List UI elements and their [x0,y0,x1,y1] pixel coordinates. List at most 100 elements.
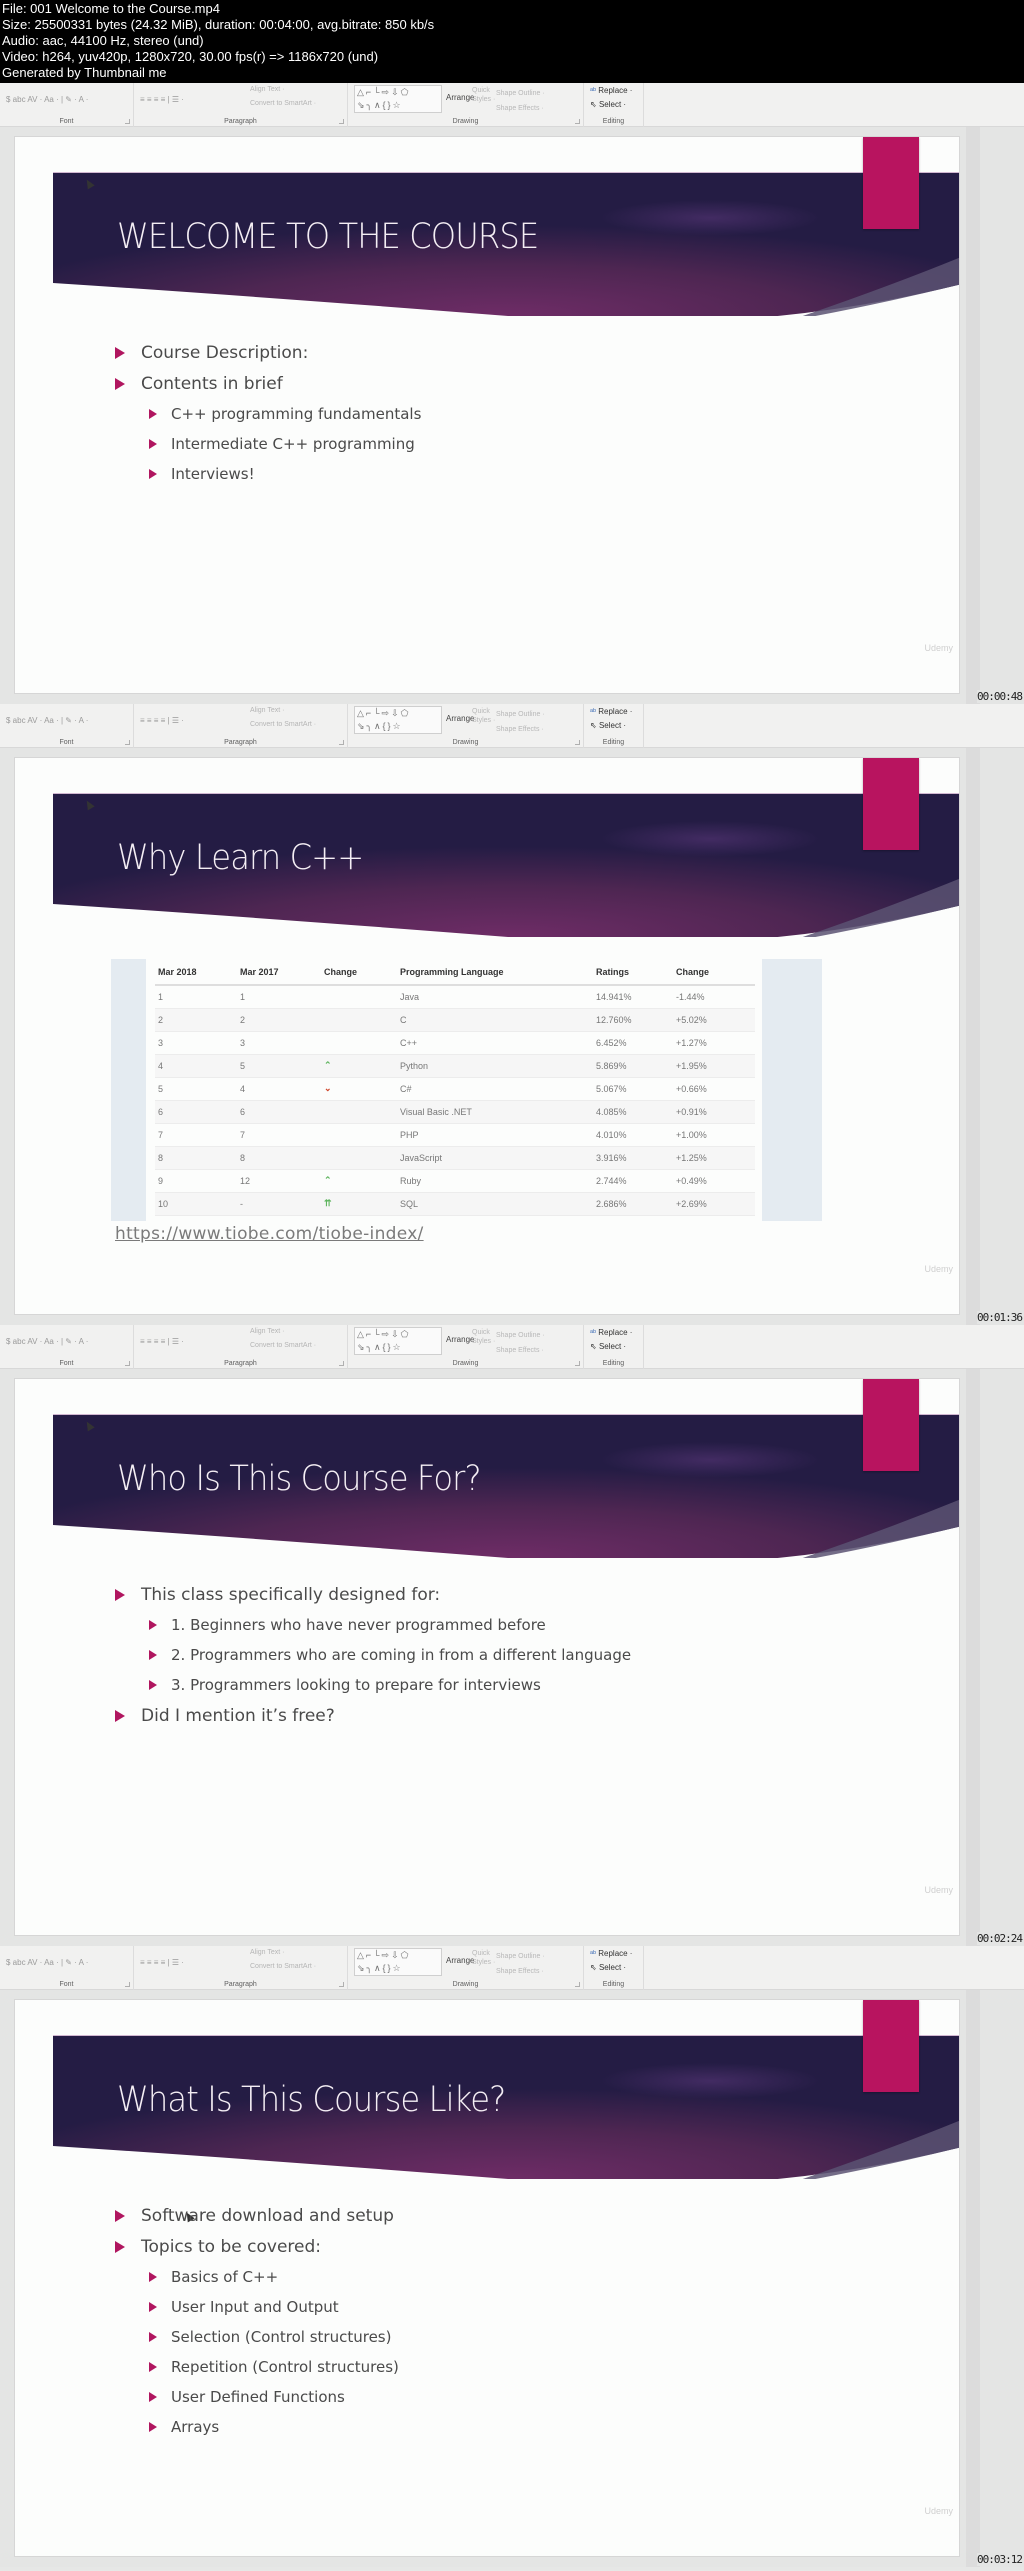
dialog-launcher-icon[interactable] [125,119,130,124]
font-controls[interactable]: $ abc AV · Aa · | ✎ · A · [6,1337,88,1346]
quick-styles-button[interactable]: Quick Styles · [472,707,495,725]
replace-button[interactable]: ᵃᵇ Replace · [590,1949,632,1958]
slide-title[interactable]: Who Is This Course For? [117,1459,482,1499]
convert-smartart-button[interactable]: Convert to SmartArt · [250,1342,316,1349]
shapes-row[interactable]: △⌐└⇨⇩⬠ [357,1949,441,1962]
slide-title[interactable]: Why Learn C++ [117,838,364,878]
dialog-launcher-icon[interactable] [339,119,344,124]
paragraph-alignment-buttons[interactable]: ≡ ≡ ≡ ≡ | ☰ · [140,1337,184,1346]
shapes-row[interactable]: ⇘╮∧{}☆ [357,99,441,112]
quick-styles-button[interactable]: Quick Styles · [472,1949,495,1967]
align-text-button[interactable]: Align Text · [250,1949,285,1956]
quick-styles-button[interactable]: Quick Styles · [472,86,495,104]
sub-bullet-item[interactable]: Selection (Control structures) [115,2322,399,2352]
sub-bullet-item[interactable]: Intermediate C++ programming [115,429,421,459]
arrange-button[interactable]: Arrange [446,1335,474,1344]
font-controls[interactable]: $ abc AV · Aa · | ✎ · A · [6,716,88,725]
shapes-row[interactable]: △⌐└⇨⇩⬠ [357,86,441,99]
dialog-launcher-icon[interactable] [125,1982,130,1987]
convert-smartart-button[interactable]: Convert to SmartArt · [250,721,316,728]
shape-effects-button[interactable]: Shape Effects · [496,722,545,737]
align-text-button[interactable]: Align Text · [250,707,285,714]
shape-outline-button[interactable]: Shape Outline · [496,707,545,722]
bullet-item[interactable]: Contents in brief [115,368,421,399]
dialog-launcher-icon[interactable] [575,119,580,124]
sub-bullet-item[interactable]: Repetition (Control structures) [115,2352,399,2382]
sub-bullet-item[interactable]: 1. Beginners who have never programmed b… [115,1610,631,1640]
select-button[interactable]: ⇖ Select · [590,100,626,109]
column-header[interactable]: Change [321,959,397,986]
shapes-row[interactable]: △⌐└⇨⇩⬠ [357,1328,441,1341]
font-controls[interactable]: $ abc AV · Aa · | ✎ · A · [6,95,88,104]
paragraph-alignment-buttons[interactable]: ≡ ≡ ≡ ≡ | ☰ · [140,1958,184,1967]
dialog-launcher-icon[interactable] [575,1361,580,1366]
replace-button[interactable]: ᵃᵇ Replace · [590,1328,632,1337]
tiobe-link[interactable]: https://www.tiobe.com/tiobe-index/ [115,1224,424,1244]
shape-outline-button[interactable]: Shape Outline · [496,86,545,101]
sub-bullet-item[interactable]: User Input and Output [115,2292,399,2322]
sub-bullet-item[interactable]: 2. Programmers who are coming in from a … [115,1640,631,1670]
shapes-row[interactable]: △⌐└⇨⇩⬠ [357,707,441,720]
sub-bullet-item[interactable]: User Defined Functions [115,2382,399,2412]
bullet-item[interactable]: Topics to be covered: [115,2231,399,2262]
font-controls[interactable]: $ abc AV · Aa · | ✎ · A · [6,1958,88,1967]
sub-bullet-item[interactable]: Interviews! [115,459,421,489]
sub-bullet-item[interactable]: C++ programming fundamentals [115,399,421,429]
column-header[interactable]: Change [673,959,755,986]
bullet-item[interactable]: Software download and setup [115,2200,399,2231]
slide-title[interactable]: WELCOME TO THE COURSE [117,217,539,257]
sub-bullet-item[interactable]: 3. Programmers looking to prepare for in… [115,1670,631,1700]
shape-outline-button[interactable]: Shape Outline · [496,1328,545,1343]
slide-canvas[interactable]: Who Is This Course For? This class speci… [14,1378,960,1936]
shape-effects-button[interactable]: Shape Effects · [496,1343,545,1358]
slide-canvas[interactable]: What Is This Course Like? Software downl… [14,1999,960,2557]
paragraph-alignment-buttons[interactable]: ≡ ≡ ≡ ≡ | ☰ · [140,716,184,725]
select-button[interactable]: ⇖ Select · [590,721,626,730]
shapes-row[interactable]: ⇘╮∧{}☆ [357,1341,441,1354]
slide-canvas[interactable]: WELCOME TO THE COURSE Course Description… [14,136,960,694]
shapes-gallery[interactable]: △⌐└⇨⇩⬠ ⇘╮∧{}☆ [354,85,442,113]
convert-smartart-button[interactable]: Convert to SmartArt · [250,1963,316,1970]
bullet-item[interactable]: Course Description: [115,337,421,368]
column-header[interactable]: Ratings [593,959,673,986]
shapes-row[interactable]: ⇘╮∧{}☆ [357,720,441,733]
sub-bullet-item[interactable]: Basics of C++ [115,2262,399,2292]
scrollbar[interactable] [966,127,980,704]
shapes-gallery[interactable]: △⌐└⇨⇩⬠ ⇘╮∧{}☆ [354,1327,442,1355]
dialog-launcher-icon[interactable] [125,740,130,745]
column-header[interactable]: Programming Language [397,959,593,986]
bullet-item[interactable]: Did I mention it’s free? [115,1700,631,1731]
arrange-button[interactable]: Arrange [446,1956,474,1965]
align-text-button[interactable]: Align Text · [250,1328,285,1335]
align-text-button[interactable]: Align Text · [250,86,285,93]
scrollbar[interactable] [966,1369,980,1946]
shapes-gallery[interactable]: △⌐└⇨⇩⬠ ⇘╮∧{}☆ [354,1948,442,1976]
convert-smartart-button[interactable]: Convert to SmartArt · [250,100,316,107]
scrollbar[interactable] [966,1990,980,2567]
bullet-item[interactable]: This class specifically designed for: [115,1579,631,1610]
shape-effects-button[interactable]: Shape Effects · [496,1964,545,1979]
scrollbar[interactable] [966,748,980,1325]
shape-effects-button[interactable]: Shape Effects · [496,101,545,116]
column-header[interactable]: Mar 2017 [237,959,321,986]
replace-button[interactable]: ᵃᵇ Replace · [590,86,632,95]
slide-canvas[interactable]: Why Learn C++ Mar 2018 Mar 2017 Change Prog… [14,757,960,1315]
dialog-launcher-icon[interactable] [125,1361,130,1366]
dialog-launcher-icon[interactable] [339,740,344,745]
slide-title[interactable]: What Is This Course Like? [117,2080,506,2120]
paragraph-alignment-buttons[interactable]: ≡ ≡ ≡ ≡ | ☰ · [140,95,184,104]
shapes-row[interactable]: ⇘╮∧{}☆ [357,1962,441,1975]
quick-styles-button[interactable]: Quick Styles · [472,1328,495,1346]
select-button[interactable]: ⇖ Select · [590,1963,626,1972]
sub-bullet-item[interactable]: Arrays [115,2412,399,2442]
select-button[interactable]: ⇖ Select · [590,1342,626,1351]
arrange-button[interactable]: Arrange [446,714,474,723]
dialog-launcher-icon[interactable] [575,740,580,745]
dialog-launcher-icon[interactable] [575,1982,580,1987]
dialog-launcher-icon[interactable] [339,1361,344,1366]
shape-outline-button[interactable]: Shape Outline · [496,1949,545,1964]
arrange-button[interactable]: Arrange [446,93,474,102]
shapes-gallery[interactable]: △⌐└⇨⇩⬠ ⇘╮∧{}☆ [354,706,442,734]
dialog-launcher-icon[interactable] [339,1982,344,1987]
column-header[interactable]: Mar 2018 [155,959,237,986]
